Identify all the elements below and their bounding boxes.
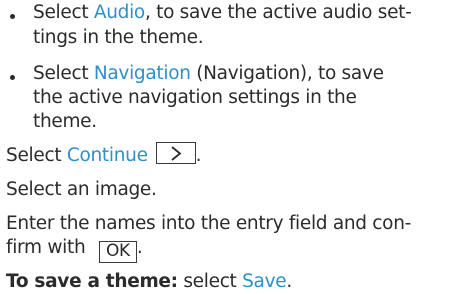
step-enter-names-line-2: firm with OK. bbox=[6, 236, 143, 263]
save-theme-prefix: select bbox=[177, 271, 243, 292]
bullet-audio-line-1: Select Audio, to save the active audio s… bbox=[33, 1, 412, 24]
chevron-right-key bbox=[155, 142, 196, 164]
step-enter-names-prefix: firm with bbox=[6, 237, 91, 258]
bullet-audio-continuation: tings in the theme. bbox=[33, 27, 204, 48]
step-continue: Select Continue. bbox=[6, 142, 202, 167]
save-theme-heading: To save a theme: bbox=[6, 271, 178, 292]
step-enter-names-line-1: Enter the names into the entry field and… bbox=[6, 213, 411, 234]
bullet-navigation-line-1: Select Navigation (Navigation), to save bbox=[33, 62, 384, 85]
manual-page: Select Audio, to save the active audio s… bbox=[0, 0, 454, 294]
menu-term-continue: Continue bbox=[66, 145, 148, 166]
ok-key: OK bbox=[98, 241, 137, 263]
step-continue-prefix: Select bbox=[6, 145, 67, 166]
save-theme-suffix: . bbox=[286, 271, 292, 292]
step-select-image: Select an image. bbox=[6, 179, 157, 200]
bullet-audio-line-2: tings in the theme. bbox=[33, 26, 204, 49]
step-enter-names-suffix: . bbox=[136, 237, 143, 258]
bullet-audio-suffix: , to save the active audio set- bbox=[144, 2, 412, 23]
save-theme-instruction: To save a theme: select Save. bbox=[6, 270, 292, 293]
bullet-navigation-line-3: theme. bbox=[33, 110, 97, 133]
menu-term-navigation: Navigation bbox=[93, 63, 191, 84]
bullet-navigation-continuation-1: the active navigation settings in the bbox=[33, 87, 357, 108]
bullet-navigation-prefix: Select bbox=[33, 63, 94, 84]
bullet-navigation-suffix: (Navigation), to save bbox=[190, 63, 384, 84]
bullet-audio-prefix: Select bbox=[33, 2, 94, 23]
bullet-dot bbox=[10, 75, 15, 80]
step-continue-suffix: . bbox=[195, 145, 202, 166]
menu-term-audio: Audio bbox=[93, 2, 145, 23]
chevron-right-icon bbox=[171, 146, 182, 161]
bullet-navigation-continuation-2: theme. bbox=[33, 111, 97, 132]
menu-term-save: Save bbox=[242, 271, 287, 292]
bullet-navigation-line-2: the active navigation settings in the bbox=[33, 86, 357, 109]
bullet-dot bbox=[10, 14, 15, 19]
